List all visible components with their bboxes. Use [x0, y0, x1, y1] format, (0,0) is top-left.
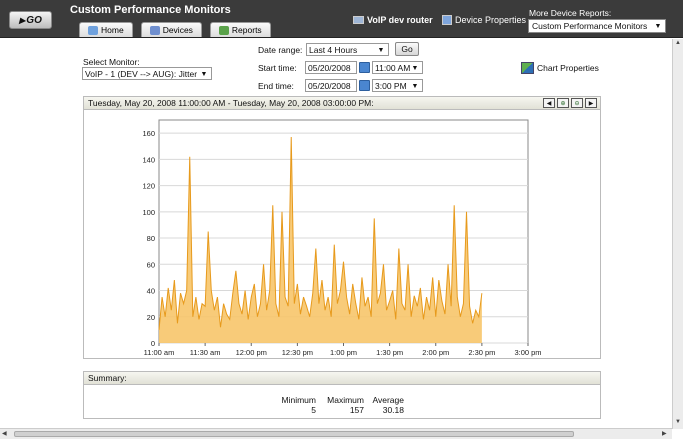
- x-tick-label: 1:00 pm: [330, 348, 357, 357]
- next-button[interactable]: ▶: [585, 98, 597, 108]
- average-label: Average: [372, 395, 404, 405]
- device-name-link[interactable]: VoIP dev router: [353, 15, 433, 25]
- more-reports-select[interactable]: Custom Performance Monitors ▼: [528, 19, 666, 33]
- end-time-select[interactable]: 3:00 PM ▼: [372, 79, 423, 92]
- go-arrow-icon: ▶: [19, 15, 26, 25]
- date-range-caption: Tuesday, May 20, 2008 11:00:00 AM - Tues…: [88, 98, 374, 108]
- tab-home-label: Home: [101, 25, 124, 35]
- minimum-value: 5: [311, 405, 316, 415]
- summary-minimum: Minimum 5: [280, 395, 316, 415]
- maximum-label: Maximum: [327, 395, 364, 405]
- average-value: 30.18: [382, 405, 404, 415]
- chart-panel: 0 20 40 60 80 100 120 140 160 11:00 am 11:30 am 12:…: [83, 110, 601, 359]
- tab-devices[interactable]: Devices: [140, 22, 202, 37]
- scroll-down-icon[interactable]: ▼: [675, 419, 681, 425]
- chart-properties-link[interactable]: Chart Properties: [521, 62, 599, 74]
- calendar-icon[interactable]: [359, 80, 370, 91]
- home-icon: [88, 25, 98, 35]
- scroll-up-icon[interactable]: ▲: [675, 40, 681, 46]
- x-tick-label: 11:30 am: [190, 348, 221, 357]
- y-tick-label: 140: [142, 155, 155, 164]
- date-range-select[interactable]: Last 4 Hours ▼: [306, 43, 389, 56]
- reports-icon: [218, 25, 229, 35]
- select-monitor-value: VoIP - 1 (DEV --> AUG): Jitter: [85, 68, 198, 79]
- start-time-label: Start time:: [258, 63, 297, 73]
- summary-header: Summary:: [83, 371, 601, 385]
- scroll-left-icon[interactable]: ◀: [2, 430, 7, 437]
- chart-nav-buttons: ◀ ⊕ ⊖ ▶: [543, 98, 597, 108]
- summary-title: Summary:: [88, 373, 127, 383]
- end-time-value: 3:00 PM: [375, 80, 407, 91]
- main-tabs: Home Devices Reports: [79, 22, 271, 37]
- date-range-value: Last 4 Hours: [309, 44, 358, 55]
- start-time-select[interactable]: 11:00 AM ▼: [372, 61, 423, 74]
- x-tick-label: 11:00 am: [144, 348, 175, 357]
- vertical-scrollbar[interactable]: ▲ ▼: [672, 39, 683, 429]
- x-tick-label: 3:00 pm: [514, 348, 541, 357]
- x-tick-label: 2:00 pm: [422, 348, 449, 357]
- start-date-input[interactable]: 05/20/2008: [305, 61, 357, 74]
- y-tick-label: 120: [142, 182, 155, 191]
- tab-reports[interactable]: Reports: [209, 22, 271, 37]
- zoom-out-icon: ⊖: [574, 100, 580, 107]
- page-title: Custom Performance Monitors: [70, 4, 231, 16]
- x-tick-label: 1:30 pm: [376, 348, 403, 357]
- summary-maximum: Maximum 157: [324, 395, 364, 415]
- zoom-in-icon: ⊕: [560, 100, 566, 107]
- previous-button[interactable]: ◀: [543, 98, 555, 108]
- chevron-down-icon: ▼: [654, 22, 662, 30]
- tab-devices-label: Devices: [162, 25, 193, 35]
- more-reports-label: More Device Reports:: [529, 8, 612, 18]
- device-name-label: VoIP dev router: [367, 15, 433, 25]
- chart-properties-icon: [521, 62, 534, 74]
- tab-reports-label: Reports: [231, 25, 262, 35]
- y-tick-label: 60: [147, 260, 155, 269]
- go-button-label: GO: [26, 14, 42, 26]
- minimum-label: Minimum: [281, 395, 316, 405]
- chart-panel-header: Tuesday, May 20, 2008 11:00:00 AM - Tues…: [83, 96, 601, 110]
- router-icon: [353, 16, 364, 24]
- chevron-right-icon: ▶: [588, 100, 594, 107]
- y-tick-label: 0: [151, 339, 155, 348]
- y-tick-label: 80: [147, 234, 155, 243]
- chevron-down-icon: ▼: [377, 46, 385, 54]
- horizontal-scrollbar[interactable]: ◀ ▶: [0, 428, 672, 439]
- chevron-left-icon: ◀: [546, 100, 552, 107]
- calendar-icon[interactable]: [359, 62, 370, 73]
- devices-icon: [149, 25, 160, 35]
- chevron-down-icon: ▼: [411, 64, 419, 72]
- device-properties-label: Device Properties: [455, 15, 527, 25]
- select-monitor-dropdown[interactable]: VoIP - 1 (DEV --> AUG): Jitter ▼: [82, 67, 212, 80]
- more-reports-value: Custom Performance Monitors: [532, 21, 648, 31]
- y-tick-label: 20: [147, 313, 155, 322]
- x-tick-label: 12:00 pm: [236, 348, 267, 357]
- device-properties-link[interactable]: Device Properties: [442, 15, 526, 25]
- go-home-button[interactable]: ▶ GO: [9, 11, 52, 29]
- jitter-chart: 0 20 40 60 80 100 120 140 160 11:00 am 11:30 am 12:…: [142, 119, 542, 357]
- x-tick-label: 12:30 pm: [282, 348, 313, 357]
- start-time-value: 11:00 AM: [375, 62, 411, 73]
- summary-panel: Minimum 5 Maximum 157 Average 30.18: [83, 385, 601, 419]
- select-monitor-label: Select Monitor:: [83, 57, 140, 67]
- tab-home[interactable]: Home: [79, 22, 133, 37]
- date-range-label: Date range:: [258, 45, 303, 55]
- scroll-right-icon[interactable]: ▶: [662, 430, 667, 437]
- top-header: ▶ GO Custom Performance Monitors Home De…: [0, 0, 683, 38]
- go-button[interactable]: Go: [395, 42, 419, 56]
- zoom-out-button[interactable]: ⊖: [571, 98, 583, 108]
- end-time-label: End time:: [258, 81, 294, 91]
- zoom-in-button[interactable]: ⊕: [557, 98, 569, 108]
- y-tick-label: 40: [147, 287, 155, 296]
- device-properties-icon: [442, 15, 452, 25]
- y-tick-label: 160: [142, 129, 155, 138]
- scroll-thumb[interactable]: [14, 431, 574, 437]
- summary-average: Average 30.18: [371, 395, 404, 415]
- chart-properties-label: Chart Properties: [537, 63, 599, 73]
- chevron-down-icon: ▼: [200, 70, 208, 78]
- maximum-value: 157: [349, 405, 364, 415]
- end-date-input[interactable]: 05/20/2008: [305, 79, 357, 92]
- x-tick-label: 2:30 pm: [468, 348, 495, 357]
- chevron-down-icon: ▼: [411, 82, 419, 90]
- y-tick-label: 100: [142, 208, 155, 217]
